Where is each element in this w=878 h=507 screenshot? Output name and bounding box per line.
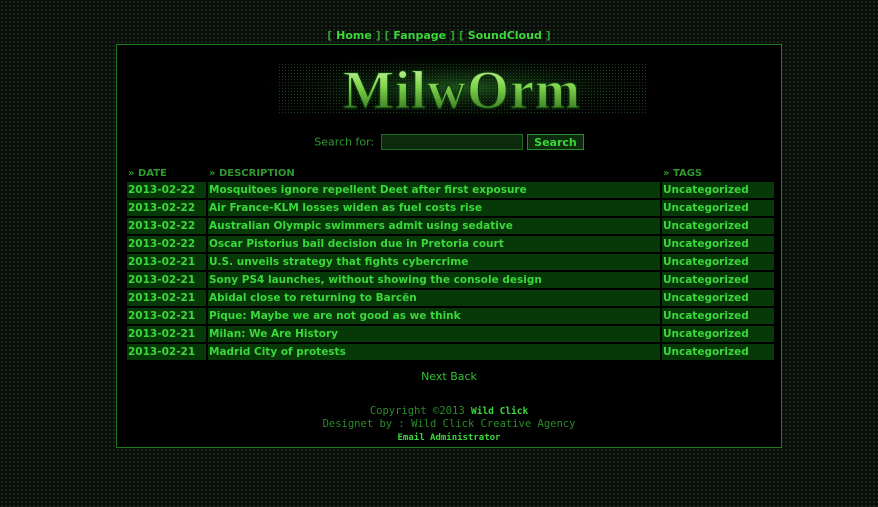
row-tag-link[interactable]: Uncategorized bbox=[662, 254, 774, 270]
row-date: 2013-02-22 bbox=[127, 200, 206, 216]
row-description-link[interactable]: Madrid City of protests bbox=[208, 344, 660, 360]
table-row: 2013-02-22 Oscar Pistorius bail decision … bbox=[127, 236, 774, 252]
table-row: 2013-02-21 Madrid City of protests Uncateg… bbox=[127, 344, 774, 360]
row-tag-link[interactable]: Uncategorized bbox=[662, 200, 774, 216]
row-tag-link[interactable]: Uncategorized bbox=[662, 182, 774, 198]
footer-copyright-line: Copyright ©2013 Wild Click bbox=[117, 405, 781, 418]
email-admin-link[interactable]: Email Administrator bbox=[398, 433, 501, 443]
footer-brand: Wild Click bbox=[470, 406, 529, 417]
table-header-row: » DATE » DESCRIPTION » TAGS bbox=[127, 166, 774, 180]
row-description-link[interactable]: Pique: Maybe we are not good as we think bbox=[208, 308, 660, 324]
row-tag-link[interactable]: Uncategorized bbox=[662, 308, 774, 324]
news-table: » DATE » DESCRIPTION » TAGS 2013-02-22 Mo… bbox=[125, 164, 776, 362]
nav-soundcloud-link[interactable]: SoundCloud bbox=[468, 29, 542, 42]
row-date: 2013-02-21 bbox=[127, 254, 206, 270]
row-description-link[interactable]: Abidal close to returning to Barcën bbox=[208, 290, 660, 306]
search-button[interactable]: Search bbox=[527, 134, 584, 150]
row-date: 2013-02-21 bbox=[127, 344, 206, 360]
row-description-link[interactable]: Australian Olympic swimmers admit using … bbox=[208, 218, 660, 234]
row-description-link[interactable]: Air France-KLM losses widen as fuel cost… bbox=[208, 200, 660, 216]
footer-designed-by: Designet by : Wild Click Creative Agency bbox=[322, 418, 576, 430]
row-description-link[interactable]: Mosquitoes ignore repellent Deet after f… bbox=[208, 182, 660, 198]
row-description-link[interactable]: U.S. unveils strategy that fights cyberc… bbox=[208, 254, 660, 270]
table-row: 2013-02-22 Air France-KLM losses widen as… bbox=[127, 200, 774, 216]
row-date: 2013-02-22 bbox=[127, 218, 206, 234]
logo-text: MilwOrm bbox=[343, 60, 581, 119]
copyright-text: Copyright ©2013 bbox=[369, 405, 465, 417]
row-tag-link[interactable]: Uncategorized bbox=[662, 344, 774, 360]
row-tag-link[interactable]: Uncategorized bbox=[662, 272, 774, 288]
row-date: 2013-02-21 bbox=[127, 290, 206, 306]
row-tag-link[interactable]: Uncategorized bbox=[662, 218, 774, 234]
footer: Copyright ©2013 Wild Click Designet by :… bbox=[117, 405, 781, 445]
next-link[interactable]: Next bbox=[421, 370, 447, 383]
table-row: 2013-02-21 Sony PS4 launches, without sho… bbox=[127, 272, 774, 288]
row-description-link[interactable]: Sony PS4 launches, without showing the c… bbox=[208, 272, 660, 288]
row-tag-link[interactable]: Uncategorized bbox=[662, 326, 774, 342]
search-label: Search for: bbox=[314, 135, 375, 149]
header-description: » DESCRIPTION bbox=[209, 167, 295, 179]
nav-home-link[interactable]: Home bbox=[336, 29, 372, 42]
row-date: 2013-02-21 bbox=[127, 308, 206, 324]
row-description-link[interactable]: Oscar Pistorius bail decision due in Pre… bbox=[208, 236, 660, 252]
header-tags: » TAGS bbox=[663, 167, 703, 179]
table-row: 2013-02-21 Milan: We Are History Uncategor… bbox=[127, 326, 774, 342]
search-bar: Search for: Search bbox=[117, 134, 781, 150]
row-date: 2013-02-22 bbox=[127, 236, 206, 252]
top-nav: [ Home ] [ Fanpage ] [ SoundCloud ] bbox=[327, 29, 551, 42]
table-row: 2013-02-22 Australian Olympic swimmers ad… bbox=[127, 218, 774, 234]
pager: Next Back bbox=[117, 370, 781, 383]
row-date: 2013-02-22 bbox=[127, 182, 206, 198]
table-row: 2013-02-21 U.S. unveils strategy that fig… bbox=[127, 254, 774, 270]
table-row: 2013-02-21 Abidal close to returning to B… bbox=[127, 290, 774, 306]
nav-fanpage-link[interactable]: Fanpage bbox=[393, 29, 446, 42]
table-row: 2013-02-22 Mosquitoes ignore repellent De… bbox=[127, 182, 774, 198]
milworm-logo[interactable]: MilwOrm bbox=[267, 55, 657, 119]
row-description-link[interactable]: Milan: We Are History bbox=[208, 326, 660, 342]
main-frame: MilwOrm Search for: Search » DATE » DESC… bbox=[116, 44, 782, 448]
row-date: 2013-02-21 bbox=[127, 272, 206, 288]
table-row: 2013-02-21 Pique: Maybe we are not good a… bbox=[127, 308, 774, 324]
row-tag-link[interactable]: Uncategorized bbox=[662, 290, 774, 306]
header-date: » DATE bbox=[128, 167, 167, 179]
back-link[interactable]: Back bbox=[450, 370, 477, 383]
row-tag-link[interactable]: Uncategorized bbox=[662, 236, 774, 252]
row-date: 2013-02-21 bbox=[127, 326, 206, 342]
search-input[interactable] bbox=[380, 134, 523, 150]
